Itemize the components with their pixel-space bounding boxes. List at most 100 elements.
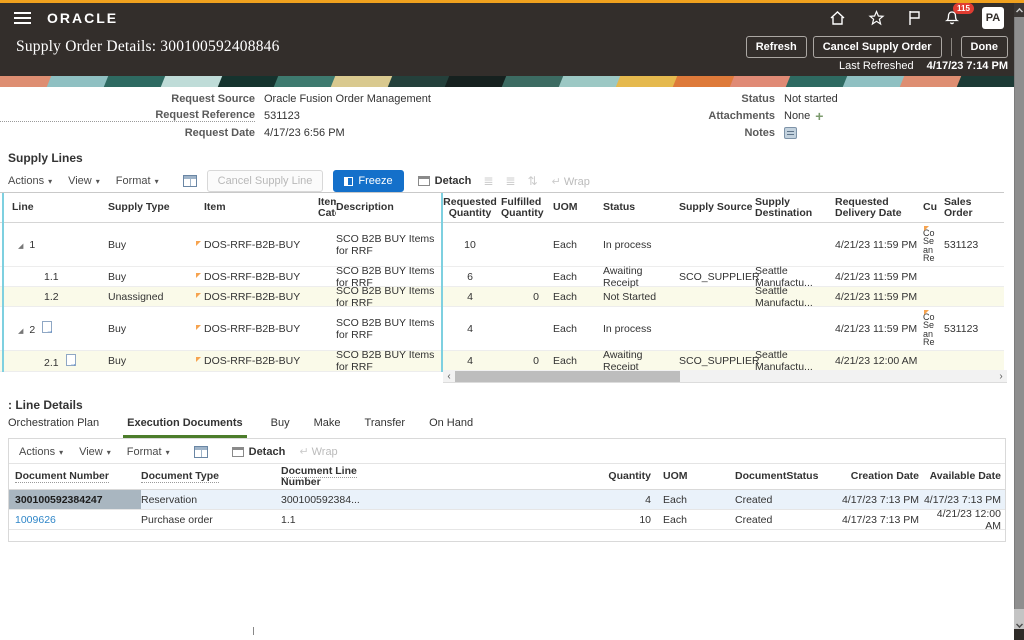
format-menu[interactable]: Format — [127, 446, 170, 458]
show-as-top-icon[interactable]: ⇅ — [527, 174, 537, 188]
requested-qty-cell: 10 — [439, 239, 501, 251]
col-available-date[interactable]: Available Date — [919, 471, 1001, 482]
detach-button[interactable]: Detach — [232, 446, 286, 458]
freeze-left-edge — [2, 193, 4, 372]
avatar[interactable]: PA — [982, 7, 1004, 29]
documents-header-row: Document Number Document Type Document L… — [9, 463, 1005, 490]
export-grid-icon[interactable] — [194, 446, 208, 458]
actions-menu[interactable]: Actions — [19, 446, 63, 458]
description-cell: SCO B2B BUY Items for RRF — [336, 285, 439, 309]
col-document-number[interactable]: Document Number — [15, 471, 109, 483]
tab-buy[interactable]: Buy — [271, 417, 290, 438]
cancel-supply-order-button[interactable]: Cancel Supply Order — [813, 36, 942, 58]
status-cell: Not Started — [595, 291, 679, 303]
export-grid-icon[interactable] — [183, 175, 197, 187]
horizontal-scrollbar[interactable]: ‹ › — [443, 370, 1007, 383]
tracking-document-icon[interactable] — [42, 321, 52, 333]
supply-lines-header-row: Line Supply Type Item Item Category Desc… — [0, 193, 1004, 223]
col-customer[interactable]: Cu — [923, 193, 940, 222]
col-sales-order[interactable]: Sales Order — [940, 197, 1002, 219]
last-refreshed: Last Refreshed 4/17/23 7:14 PM — [839, 60, 1008, 72]
scroll-down-icon[interactable] — [1015, 620, 1023, 628]
horizontal-scrollbar-thumb[interactable] — [455, 371, 680, 382]
wrap-button[interactable]: Wrap — [299, 445, 337, 458]
col-requested-quantity[interactable]: Requested Quantity — [439, 197, 501, 219]
last-refreshed-label: Last Refreshed — [839, 60, 914, 72]
go-up-icon[interactable]: ≣ — [505, 174, 515, 188]
format-menu[interactable]: Format — [116, 175, 159, 187]
tracking-document-icon[interactable] — [66, 354, 76, 366]
table-row[interactable]: 1.2 Unassigned DOS-RRF-B2B-BUY SCO B2B B… — [0, 287, 1004, 307]
col-uom[interactable]: UOM — [651, 471, 721, 482]
table-row[interactable]: 2 Buy DOS-RRF-B2B-BUY SCO B2B BUY Items … — [0, 307, 1004, 351]
scroll-up-icon[interactable] — [1014, 3, 1024, 17]
supply-type-cell: Buy — [108, 271, 196, 283]
col-line[interactable]: Line — [8, 202, 108, 213]
col-item-category[interactable]: Item Category — [318, 197, 336, 219]
scroll-left-icon[interactable]: ‹ — [443, 370, 455, 383]
col-supply-destination[interactable]: Supply Destination — [755, 197, 835, 219]
requested-qty-cell: 4 — [439, 323, 501, 335]
col-document-type[interactable]: Document Type — [141, 470, 219, 483]
flag-icon[interactable] — [907, 10, 922, 26]
changed-indicator — [196, 273, 201, 278]
wrap-button[interactable]: Wrap — [552, 175, 590, 188]
view-menu[interactable]: View — [68, 175, 100, 187]
col-item[interactable]: Item — [196, 202, 318, 213]
add-attachment-icon[interactable]: + — [815, 111, 823, 121]
scroll-right-icon[interactable]: › — [995, 370, 1007, 383]
col-description[interactable]: Description — [336, 202, 439, 213]
collapse-icon[interactable] — [18, 243, 23, 250]
freeze-button[interactable]: Freeze — [333, 170, 403, 192]
col-supply-source[interactable]: Supply Source — [679, 202, 755, 213]
done-button[interactable]: Done — [961, 36, 1009, 58]
tab-make[interactable]: Make — [314, 417, 341, 438]
table-row[interactable]: 300100592384247 Reservation 300100592384… — [9, 490, 1005, 510]
col-uom[interactable]: UOM — [545, 202, 595, 213]
document-line-number-cell: 1.1 — [281, 514, 396, 526]
table-row[interactable]: 1009626 Purchase order 1.1 10 Each Creat… — [9, 510, 1005, 530]
collapse-icon[interactable] — [18, 328, 23, 335]
document-number-link[interactable]: 1009626 — [15, 514, 56, 526]
table-row[interactable]: 1 Buy DOS-RRF-B2B-BUY SCO B2B BUY Items … — [0, 223, 1004, 267]
document-number-cell[interactable]: 300100592384247 — [15, 494, 103, 506]
tab-execution-documents[interactable]: Execution Documents — [123, 417, 247, 438]
actions-menu[interactable]: Actions — [8, 175, 52, 187]
notes-icon[interactable] — [784, 127, 797, 139]
col-quantity[interactable]: Quantity — [576, 471, 651, 482]
available-date-cell: 4/17/23 7:13 PM — [919, 494, 1001, 506]
cancel-supply-line-button[interactable]: Cancel Supply Line — [207, 170, 324, 192]
tab-transfer[interactable]: Transfer — [365, 417, 406, 438]
button-divider — [951, 38, 952, 56]
col-creation-date[interactable]: Creation Date — [831, 471, 919, 482]
vertical-scrollbar[interactable] — [1014, 3, 1024, 640]
notes-label: Notes — [645, 127, 775, 139]
menu-icon[interactable] — [14, 12, 31, 24]
notifications-bell-icon[interactable]: 115 — [944, 10, 960, 26]
refresh-button[interactable]: Refresh — [746, 36, 807, 58]
home-icon[interactable] — [829, 10, 846, 26]
delivery-date-cell: 4/21/23 11:59 PM — [835, 291, 923, 303]
vertical-scrollbar-thumb[interactable] — [1014, 17, 1024, 609]
favorites-star-icon[interactable] — [868, 10, 885, 26]
status-cell: In process — [595, 323, 679, 335]
attachments-label: Attachments — [645, 110, 775, 122]
col-document-status[interactable]: DocumentStatus — [721, 471, 831, 482]
supply-destination-cell: Seattle Manufactu... — [755, 285, 835, 309]
detach-button[interactable]: Detach — [418, 175, 472, 187]
request-date-value: 4/17/23 6:56 PM — [264, 127, 345, 139]
changed-indicator — [196, 293, 201, 298]
col-document-line-number[interactable]: Document Line Number — [281, 466, 357, 488]
uom-cell: Each — [545, 323, 595, 335]
col-fulfilled-quantity[interactable]: Fulfilled Quantity — [501, 197, 545, 219]
table-row[interactable]: 2.1 Buy DOS-RRF-B2B-BUY SCO B2B BUY Item… — [0, 351, 1004, 372]
tab-orchestration-plan[interactable]: Orchestration Plan — [8, 417, 99, 438]
view-menu[interactable]: View — [79, 446, 111, 458]
col-supply-type[interactable]: Supply Type — [108, 202, 196, 213]
col-status[interactable]: Status — [595, 202, 679, 213]
tab-on-hand[interactable]: On Hand — [429, 417, 473, 438]
col-requested-delivery-date[interactable]: Requested Delivery Date — [835, 197, 923, 219]
text-caret — [253, 627, 254, 635]
go-to-top-icon[interactable]: ≣ — [483, 174, 493, 188]
table-row[interactable]: 1.1 Buy DOS-RRF-B2B-BUY SCO B2B BUY Item… — [0, 267, 1004, 287]
